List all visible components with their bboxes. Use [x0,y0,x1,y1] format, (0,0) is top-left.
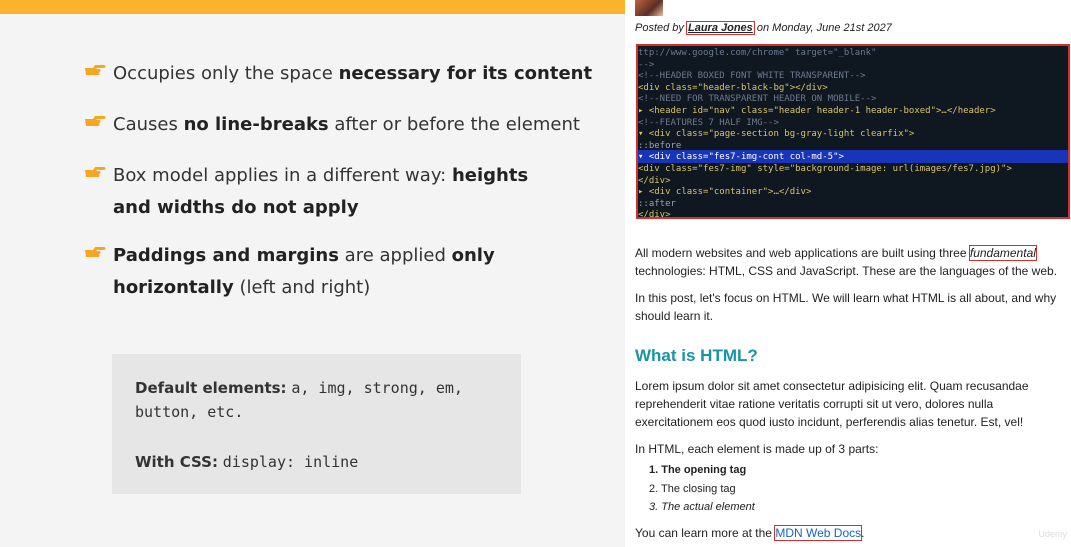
watermark: Udemy [1038,529,1067,539]
intro-paragraph: All modern websites and web applications… [635,244,1067,280]
default-elements-value: a, img, strong, em, [291,379,463,397]
default-elements-label: Default elements: [135,379,287,397]
code-line: <div class="header-black-bg"></div> [638,82,828,93]
author-avatar [635,0,663,16]
code-line: ::after [638,198,676,209]
code-line: ttp://www.google.com/chrome" target="_bl… [638,48,877,58]
text: Box model applies in a different way: [113,165,452,186]
code-line: ▾ <div class="fes7-img-cont col-md-5"> [638,152,844,163]
code-screenshot-image: ttp://www.google.com/chrome" target="_bl… [636,44,1070,219]
code-line: <div class="fes7-img" style="background-… [638,164,1012,174]
pointing-hand-icon [85,116,106,126]
list-item: 3. The actual element [649,501,755,513]
fundamental-emphasis: fundamental [968,245,1037,261]
list-item: 1. The opening tag [649,464,747,476]
focus-paragraph: In this post, let's focus on HTML. We wi… [635,291,1057,323]
text: Causes [113,114,184,135]
bullet-text: Causes no line-breaks after or before th… [113,109,580,141]
bold-text: no line-breaks [183,114,329,135]
intro-text-end: technologies: HTML, CSS and JavaScript. … [635,264,1058,278]
code-line: </div> [638,175,671,186]
post-meta: Posted by Laura Jones on Monday, June 21… [635,21,892,35]
bold-text: necessary for its content [338,63,593,84]
post-date: on Monday, June 21st 2027 [756,22,892,34]
code-line: <!--NEED FOR TRANSPARENT HEADER ON MOBIL… [638,94,877,105]
with-css-value: display: inline [222,453,359,471]
bullet-1: Occupies only the space necessary for it… [84,58,592,90]
code-line: ▾ <div class="page-section bg-gray-light… [638,129,915,140]
code-line: ▸ <div class="container">…</div> [638,187,812,198]
section-heading: What is HTML? [635,346,758,365]
parts-paragraph: In HTML, each element is made up of 3 pa… [635,442,879,456]
posted-by-label: Posted by [635,22,684,34]
author-name[interactable]: Laura Jones [685,21,755,35]
default-elements-value-2: button, etc. [135,403,244,421]
slide-panel: Occupies only the space necessary for it… [0,0,625,547]
code-line: <!--FEATURES 7 HALF IMG--> [638,117,779,128]
bullet-3: Box model applies in a different way: he… [84,160,554,224]
with-css-label: With CSS: [135,453,218,471]
bullet-text: Paddings and margins are applied only ho… [113,240,504,304]
code-line: ::before [638,140,682,151]
code-summary-box: Default elements: a, img, strong, em, bu… [112,354,521,494]
pointing-hand-icon [85,167,106,177]
list-item: 2. The closing tag [649,483,736,495]
text: after or before the element [328,114,580,135]
bullet-text: Occupies only the space necessary for it… [113,58,592,90]
lorem-paragraph: Lorem ipsum dolor sit amet consectetur a… [635,379,1029,429]
text: are applied [338,245,452,266]
code-line: <!--HEADER BOXED FONT WHITE TRANSPARENT-… [638,71,866,82]
pointing-hand-icon [85,247,106,257]
with-css-line: With CSS: display: inline [135,448,358,476]
bold-text: Paddings and margins [113,245,339,266]
bullet-2: Causes no line-breaks after or before th… [84,109,580,141]
blog-panel: Posted by Laura Jones on Monday, June 21… [625,0,1071,547]
mdn-paragraph: You can learn more at the MDN Web Docs. [635,524,1067,542]
text: Occupies only the space [113,63,339,84]
bullet-text: Box model applies in a different way: he… [113,160,554,224]
code-line: </div> [638,210,671,219]
mdn-text: You can learn more at the [635,526,776,540]
mdn-link[interactable]: MDN Web Docs [774,525,863,541]
code-line: ▸ <header id="nav" class="header header-… [638,106,996,116]
code-line: --> [638,59,655,70]
mdn-text-end: . [861,526,865,540]
bullet-4: Paddings and margins are applied only ho… [84,240,504,304]
intro-text: All modern websites and web applications… [635,246,970,260]
slide-accent-bar [0,0,625,14]
text: (left and right) [233,277,371,298]
pointing-hand-icon [85,65,106,75]
default-elements-line-2: button, etc. [135,398,243,426]
